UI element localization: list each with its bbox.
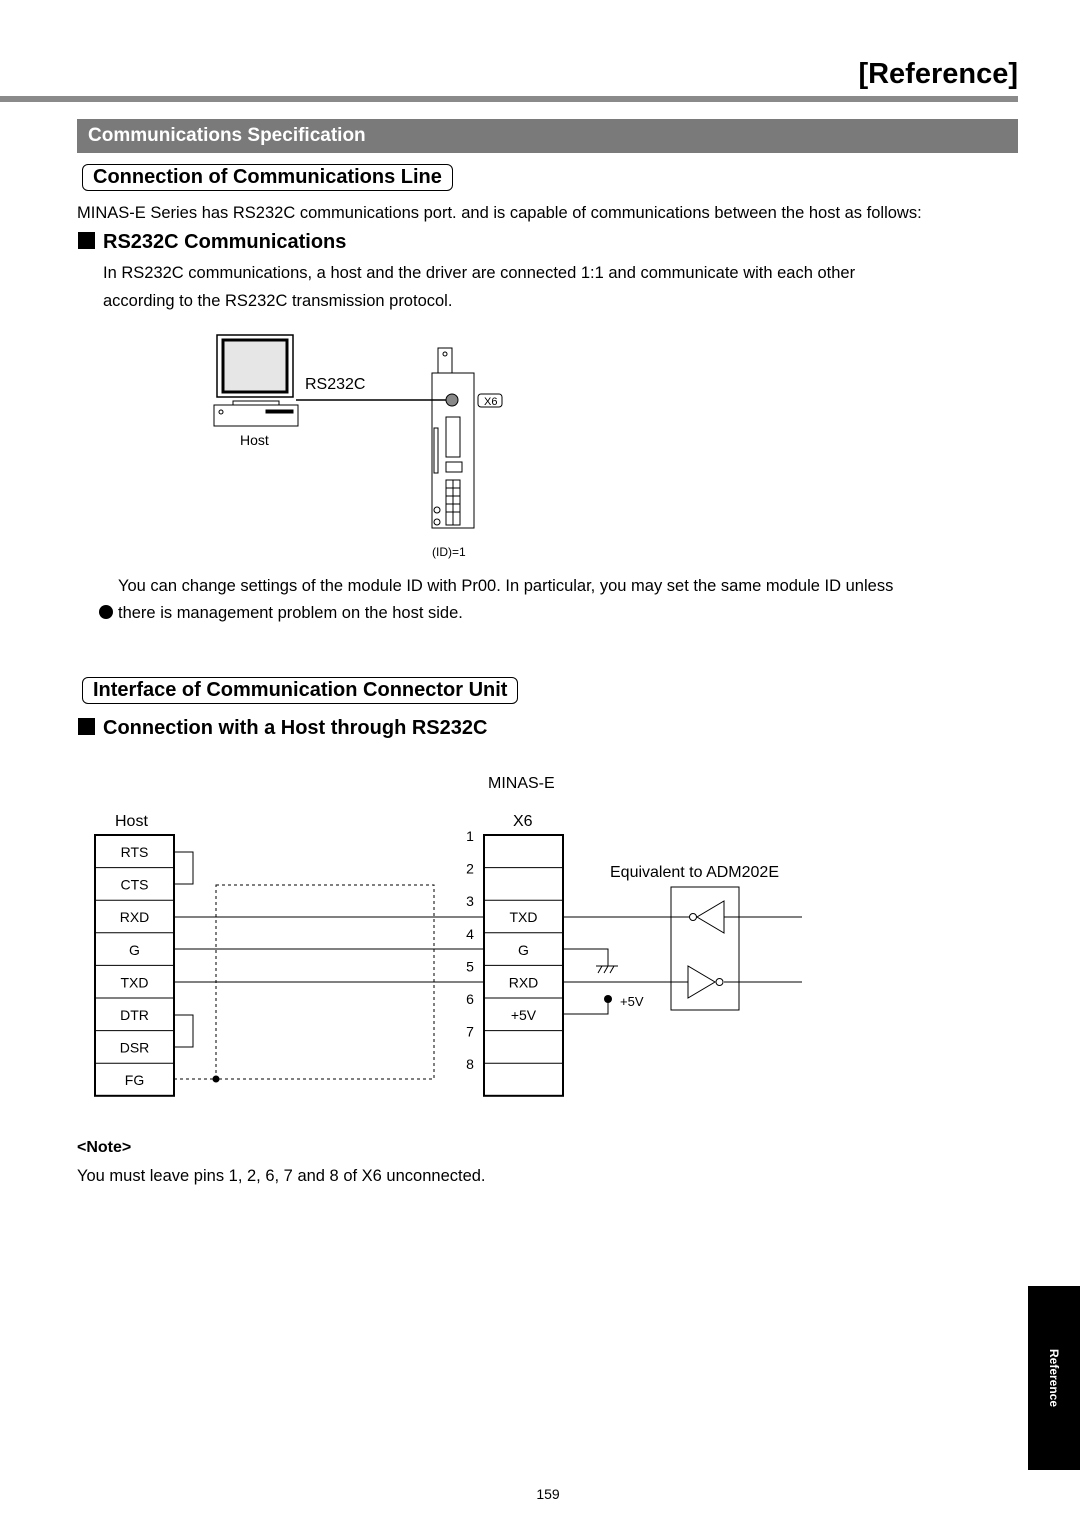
- driver-label: MINAS-E: [488, 775, 555, 792]
- host-column-label: Host: [115, 813, 148, 830]
- x6-column-label: X6: [513, 813, 533, 830]
- supply-label: +5V: [620, 994, 644, 1009]
- pin-number: 5: [466, 958, 474, 974]
- square-bullet-icon: [78, 718, 95, 735]
- host-pin-label: DSR: [120, 1040, 150, 1056]
- pin-number: 2: [466, 861, 474, 877]
- section-title-bar: Communications Specification: [77, 119, 1018, 153]
- x6-pin-label: +5V: [511, 1007, 537, 1023]
- x6-pin-label: TXD: [510, 909, 538, 925]
- adm202e-chip: [670, 886, 740, 1011]
- host-pin-label: G: [129, 942, 140, 958]
- host-computer-icon: [213, 334, 299, 427]
- connection-figure: RS232C Host X6 (ID)=1: [213, 334, 503, 559]
- host-pin-label: RXD: [120, 909, 150, 925]
- subheading-host-connection: Connection with a Host through RS232C: [78, 717, 487, 740]
- heading-connection-line: Connection of Communications Line: [82, 164, 453, 191]
- intro-text: MINAS-E Series has RS232C communications…: [77, 204, 922, 222]
- note-text: You must leave pins 1, 2, 6, 7 and 8 of …: [77, 1167, 486, 1185]
- note-text-1: You can change settings of the module ID…: [118, 577, 894, 595]
- pin-number: 1: [466, 828, 474, 844]
- host-label: Host: [240, 432, 269, 448]
- manual-page: [Reference] Communications Specification…: [0, 0, 1080, 1528]
- pin-number: 6: [466, 991, 474, 1007]
- host-pin-label: RTS: [121, 844, 149, 860]
- note-bullet: there is management problem on the host …: [99, 599, 463, 627]
- pin-number: 4: [466, 926, 474, 942]
- wiring-diagram: MINAS-E Host X6 Equivalent to ADM202E RT…: [94, 775, 802, 1097]
- body-text-2: according to the RS232C transmission pro…: [103, 292, 453, 310]
- heading-interface: Interface of Communication Connector Uni…: [82, 677, 519, 704]
- page-header-title: [Reference]: [858, 58, 1018, 90]
- id-label: (ID)=1: [432, 545, 466, 559]
- note-title: <Note>: [77, 1139, 132, 1156]
- host-pin-label: TXD: [121, 974, 149, 990]
- chip-label: Equivalent to ADM202E: [610, 864, 779, 881]
- x6-pin-label: RXD: [509, 974, 539, 990]
- square-bullet-icon: [78, 232, 95, 249]
- connector-label: X6: [484, 396, 497, 408]
- pin-number: 3: [466, 893, 474, 909]
- subheading-rs232c: RS232C Communications: [78, 231, 346, 254]
- host-pin-label: CTS: [121, 877, 149, 893]
- cable-label: RS232C: [305, 376, 365, 393]
- bullet-icon: [99, 605, 113, 619]
- pin-number: 8: [466, 1056, 474, 1072]
- header-rule: [0, 96, 1018, 102]
- page-number: 159: [536, 1486, 560, 1502]
- pin-number: 7: [466, 1024, 474, 1040]
- side-tab-reference[interactable]: Reference: [1028, 1286, 1080, 1470]
- host-pin-label: FG: [125, 1072, 144, 1088]
- ground-icon: [596, 965, 618, 974]
- body-text-1: In RS232C communications, a host and the…: [103, 264, 856, 282]
- servo-driver-icon: [431, 347, 475, 529]
- host-pin-label: DTR: [120, 1007, 149, 1023]
- x6-pin-label: G: [518, 942, 529, 958]
